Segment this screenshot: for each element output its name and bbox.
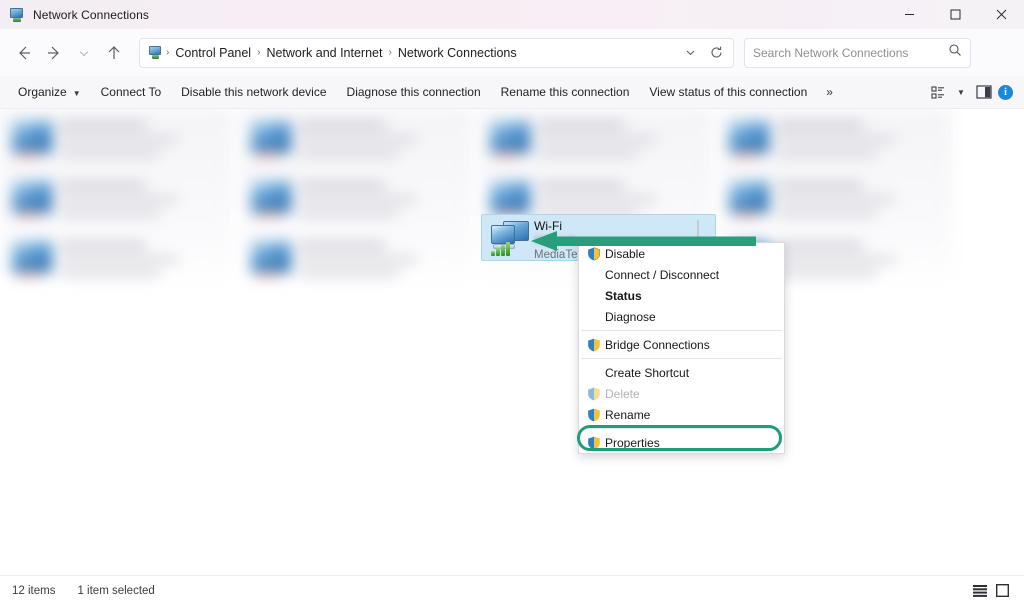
title-bar: Network Connections (0, 0, 1024, 29)
search-input[interactable]: Search Network Connections (753, 46, 948, 60)
menu-item-diagnose[interactable]: Diagnose (579, 306, 784, 327)
breadcrumb-control-panel[interactable]: Control Panel (170, 46, 256, 60)
refresh-icon[interactable] (703, 40, 729, 66)
shield-icon (586, 386, 602, 402)
maximize-button[interactable] (932, 0, 978, 29)
selection-count: 1 item selected (77, 584, 155, 597)
menu-item-label: Delete (605, 386, 640, 401)
command-connect-to[interactable]: Connect To (91, 80, 172, 104)
connections-list (0, 109, 1024, 575)
list-item (482, 113, 714, 173)
forward-button[interactable] (39, 38, 69, 68)
menu-item-status[interactable]: Status (579, 285, 784, 306)
menu-item-label: Rename (605, 407, 651, 422)
breadcrumb-root-icon (148, 45, 163, 60)
preview-pane-icon[interactable] (970, 79, 998, 105)
menu-item-label: Diagnose (605, 309, 656, 324)
menu-separator (581, 358, 782, 359)
list-item (4, 113, 236, 173)
large-icons-view-icon[interactable] (991, 581, 1013, 601)
list-item (243, 233, 475, 293)
menu-icon-slot (586, 288, 602, 304)
search-box[interactable]: Search Network Connections (744, 37, 971, 68)
shield-icon (586, 407, 602, 423)
breadcrumb-network-and-internet[interactable]: Network and Internet (261, 46, 387, 60)
recent-locations-button[interactable] (69, 38, 99, 68)
back-button[interactable] (9, 38, 39, 68)
list-item (721, 173, 953, 233)
command-view-status-of-this-connection[interactable]: View status of this connection (639, 80, 817, 104)
blurred-connections-background (0, 109, 1024, 289)
details-view-icon[interactable] (969, 581, 991, 601)
menu-item-rename[interactable]: Rename (579, 404, 784, 425)
menu-icon-slot (586, 365, 602, 381)
up-button[interactable] (99, 38, 129, 68)
status-bar: 12 items 1 item selected (0, 575, 1024, 605)
network-connections-icon (9, 7, 25, 23)
menu-separator (581, 330, 782, 331)
menu-item-create-shortcut[interactable]: Create Shortcut (579, 362, 784, 383)
menu-item-label: Connect / Disconnect (605, 267, 720, 282)
chevron-down-icon: ▼ (72, 88, 81, 98)
menu-item-delete: Delete (579, 383, 784, 404)
view-options-chevron-down-icon[interactable]: ▼ (952, 79, 970, 105)
window-title: Network Connections (33, 7, 149, 22)
close-button[interactable] (978, 0, 1024, 29)
command-diagnose-this-connection[interactable]: Diagnose this connection (337, 80, 491, 104)
menu-item-bridge-connections[interactable]: Bridge Connections (579, 334, 784, 355)
menu-item-connect-disconnect[interactable]: Connect / Disconnect (579, 264, 784, 285)
list-item (721, 113, 953, 173)
command-label: Organize (18, 85, 67, 99)
pointer-arrow (531, 229, 756, 253)
command-rename-this-connection[interactable]: Rename this connection (491, 80, 640, 104)
command-disable-this-network-device[interactable]: Disable this network device (171, 80, 336, 104)
search-icon[interactable] (948, 43, 962, 62)
menu-item-label: Create Shortcut (605, 365, 690, 380)
window-controls (886, 0, 1024, 29)
help-icon[interactable]: i (998, 84, 1013, 100)
wifi-adapter-icon (489, 221, 531, 256)
list-item (243, 173, 475, 233)
item-count: 12 items (12, 584, 56, 597)
breadcrumb-network-connections[interactable]: Network Connections (393, 46, 522, 60)
address-bar-row: › Control Panel › Network and Internet ›… (0, 29, 1024, 76)
menu-item-label: Bridge Connections (605, 337, 710, 352)
command-organize[interactable]: Organize ▼ (8, 80, 91, 104)
chevron-down-icon[interactable] (677, 40, 703, 66)
menu-icon-slot (586, 267, 602, 283)
command-overflow-button[interactable]: » (817, 80, 842, 104)
minimize-button[interactable] (886, 0, 932, 29)
address-bar[interactable]: › Control Panel › Network and Internet ›… (139, 37, 734, 68)
menu-item-label: Status (605, 288, 642, 303)
view-options-icon[interactable] (924, 79, 952, 105)
context-menu: Disable Connect / Disconnect Status Diag… (578, 242, 785, 454)
list-item (243, 113, 475, 173)
shield-icon (586, 337, 602, 353)
list-item (4, 173, 236, 233)
list-item (4, 233, 236, 293)
network-connections-window: Network Connections › Control Panel › Ne… (0, 0, 1024, 605)
command-bar: Organize ▼ Connect To Disable this netwo… (0, 76, 1024, 109)
properties-highlight (577, 425, 782, 451)
menu-icon-slot (586, 309, 602, 325)
